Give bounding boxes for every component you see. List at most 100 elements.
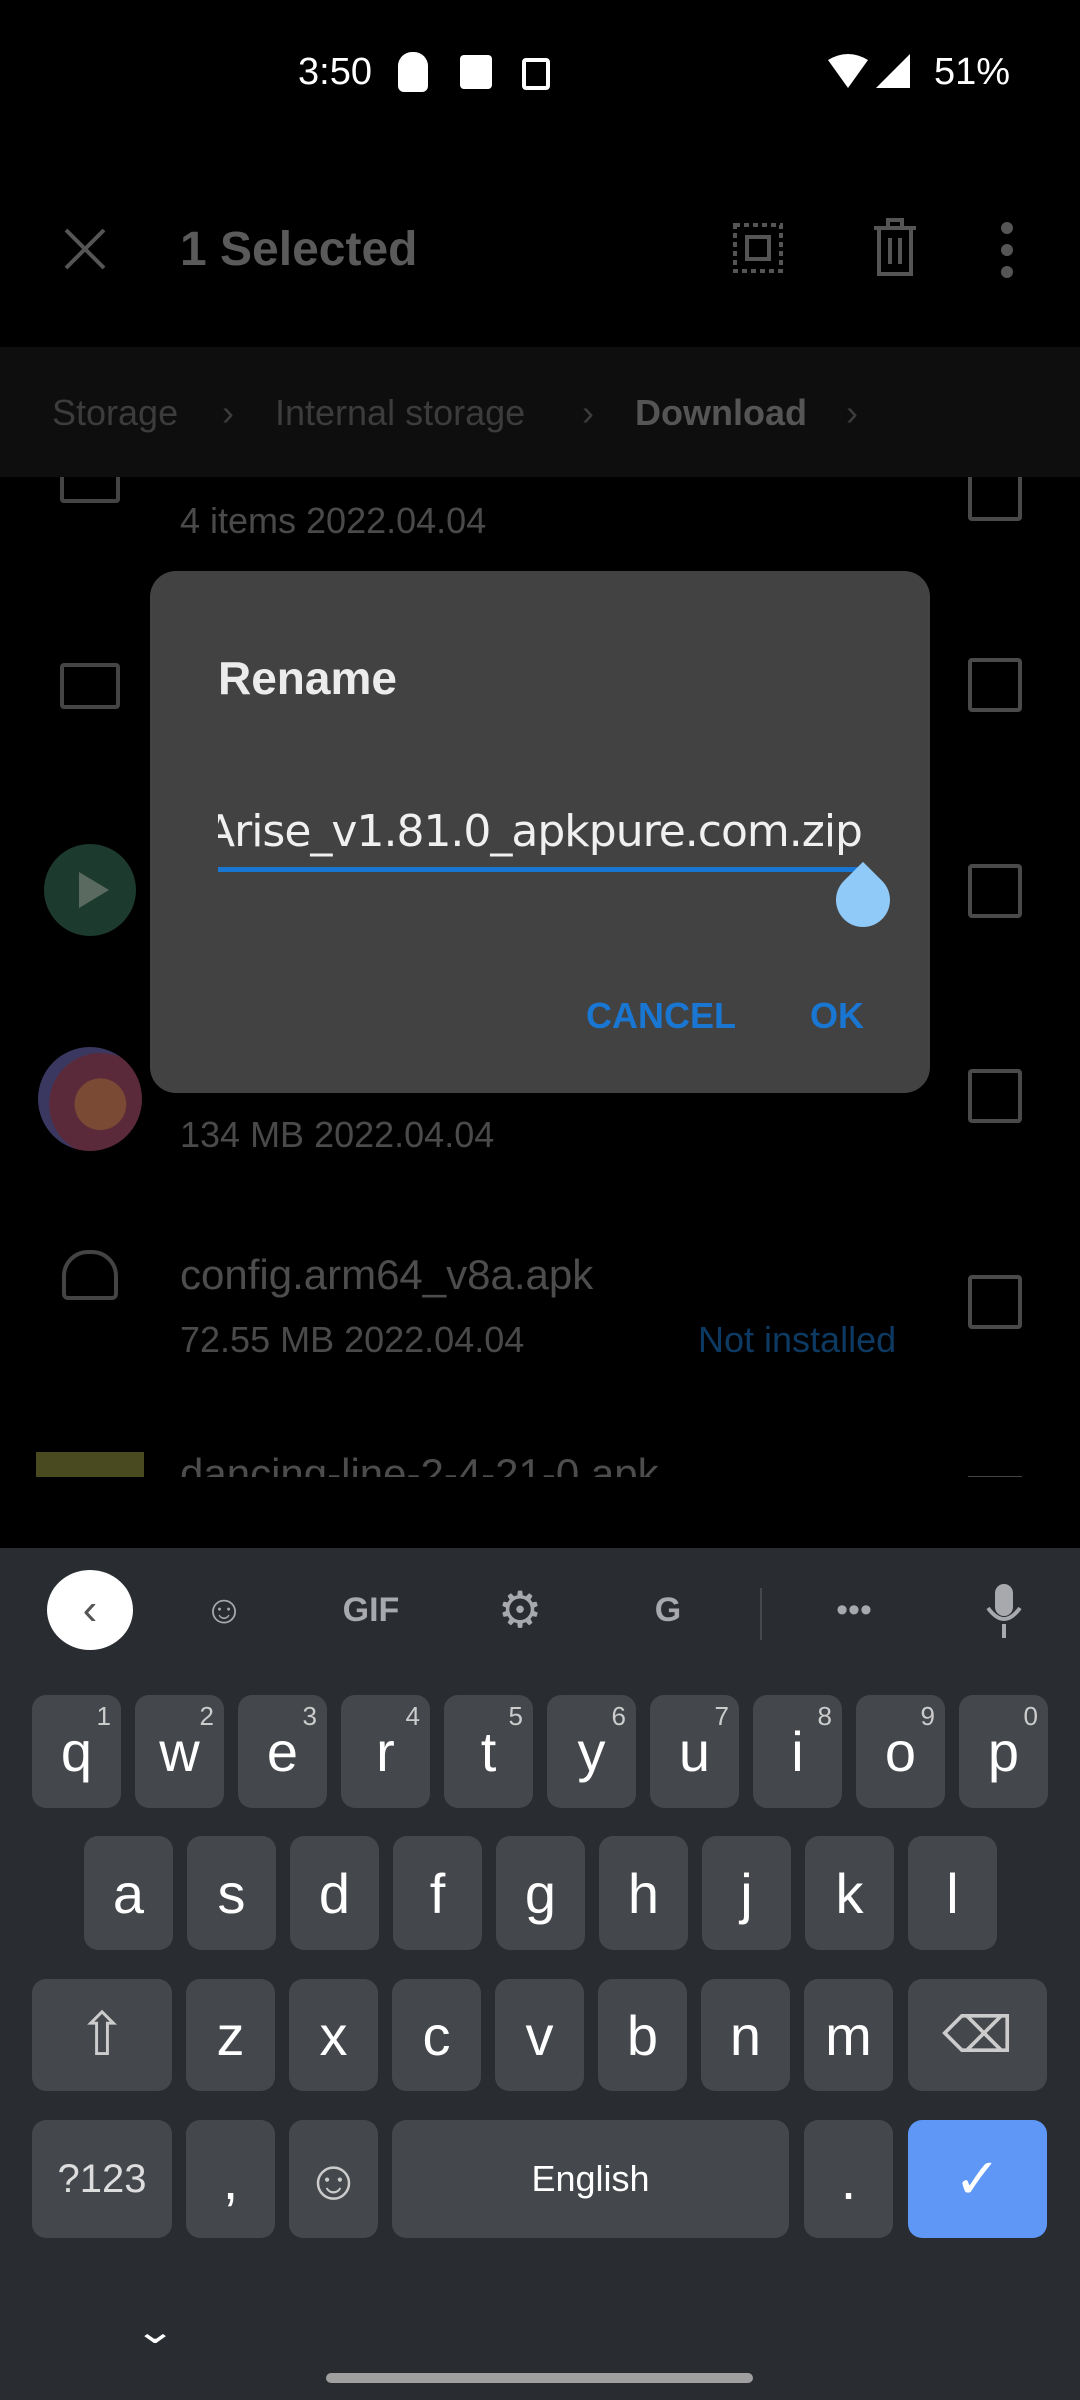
- app-thumbnail: [36, 1452, 144, 1477]
- key-label: r: [376, 1720, 395, 1783]
- breadcrumb-internal-storage[interactable]: Internal storage: [275, 392, 525, 434]
- key-hint: 9: [920, 1701, 935, 1731]
- key-hint: 2: [199, 1701, 214, 1731]
- checkbox[interactable]: [968, 477, 1022, 521]
- backspace-key[interactable]: ⌫: [908, 1979, 1047, 2091]
- key-z[interactable]: z: [186, 1979, 275, 2091]
- space-key[interactable]: English: [392, 2120, 789, 2238]
- key-k[interactable]: k: [805, 1836, 894, 1950]
- key-label: ,: [222, 2147, 239, 2211]
- key-p[interactable]: p0: [959, 1695, 1048, 1808]
- key-r[interactable]: r4: [341, 1695, 430, 1808]
- key-u[interactable]: u7: [650, 1695, 739, 1808]
- key-n[interactable]: n: [701, 1979, 790, 2091]
- key-o[interactable]: o9: [856, 1695, 945, 1808]
- file-meta: 134 MB 2022.04.04: [180, 1114, 495, 1155]
- mic-icon[interactable]: [984, 1582, 1024, 1642]
- key-label: u: [678, 1720, 711, 1783]
- signal-icon: [876, 54, 910, 88]
- key-i[interactable]: i8: [753, 1695, 842, 1808]
- key-q[interactable]: q1: [32, 1695, 121, 1808]
- more-vert-icon[interactable]: [998, 220, 1016, 280]
- key-label: x: [319, 2003, 348, 2067]
- back-icon[interactable]: ‹: [47, 1570, 133, 1650]
- key-label: v: [525, 2003, 554, 2067]
- key-hint: 1: [96, 1701, 111, 1731]
- check-icon: ✓: [954, 2147, 1001, 2210]
- key-label: c: [422, 2003, 451, 2067]
- key-hint: 7: [714, 1701, 729, 1731]
- breadcrumb-download[interactable]: Download: [635, 392, 807, 434]
- key-label: e: [266, 1720, 299, 1783]
- checkbox[interactable]: [968, 1069, 1022, 1123]
- select-all-icon[interactable]: [732, 222, 784, 274]
- home-indicator[interactable]: [326, 2373, 753, 2383]
- shift-key[interactable]: ⇧: [32, 1979, 172, 2091]
- key-e[interactable]: e3: [238, 1695, 327, 1808]
- key-b[interactable]: b: [598, 1979, 687, 2091]
- ok-button[interactable]: OK: [810, 995, 864, 1037]
- key-l[interactable]: l: [908, 1836, 997, 1950]
- period-key[interactable]: .: [804, 2120, 893, 2238]
- hide-keyboard-icon[interactable]: ⌄: [134, 2310, 176, 2352]
- key-label: y: [577, 1720, 606, 1783]
- media-player-icon: [398, 52, 428, 92]
- key-a[interactable]: a: [84, 1836, 173, 1950]
- key-label: k: [835, 1861, 864, 1925]
- key-t[interactable]: t5: [444, 1695, 533, 1808]
- key-c[interactable]: c: [392, 1979, 481, 2091]
- rename-input[interactable]: Arise_v1.81.0_apkpure.com.zip: [218, 806, 862, 866]
- rename-dialog: Rename Arise_v1.81.0_apkpure.com.zip CAN…: [150, 571, 930, 1093]
- key-label: h: [627, 1861, 660, 1925]
- key-label: i: [791, 1720, 804, 1783]
- key-label: a: [112, 1861, 145, 1925]
- key-f[interactable]: f: [393, 1836, 482, 1950]
- delete-icon[interactable]: [870, 216, 920, 278]
- key-m[interactable]: m: [804, 1979, 893, 2091]
- key-d[interactable]: d: [290, 1836, 379, 1950]
- checkbox[interactable]: [968, 1476, 1022, 1477]
- status-time: 3:50: [298, 50, 372, 93]
- key-label: w: [159, 1720, 200, 1783]
- folder-icon: [60, 477, 120, 503]
- close-icon[interactable]: [62, 226, 108, 272]
- rename-input-value: Arise_v1.81.0_apkpure.com.zip: [218, 806, 862, 857]
- breadcrumb-storage[interactable]: Storage: [52, 392, 178, 434]
- key-j[interactable]: j: [702, 1836, 791, 1950]
- gif-button[interactable]: GIF: [336, 1580, 406, 1640]
- key-y[interactable]: y6: [547, 1695, 636, 1808]
- key-hint: 8: [817, 1701, 832, 1731]
- enter-key[interactable]: ✓: [908, 2120, 1047, 2238]
- breadcrumb: Storage › Internal storage › Download ›: [0, 347, 1080, 477]
- input-underline: [218, 867, 864, 872]
- key-s[interactable]: s: [187, 1836, 276, 1950]
- translate-icon[interactable]: G: [640, 1580, 696, 1640]
- sticker-icon[interactable]: ☺: [196, 1580, 252, 1640]
- key-label: d: [318, 1861, 351, 1925]
- more-icon[interactable]: •••: [826, 1580, 882, 1640]
- key-w[interactable]: w2: [135, 1695, 224, 1808]
- checkbox[interactable]: [968, 658, 1022, 712]
- cancel-button[interactable]: CANCEL: [586, 995, 736, 1037]
- key-v[interactable]: v: [495, 1979, 584, 2091]
- key-h[interactable]: h: [599, 1836, 688, 1950]
- key-label: z: [216, 2003, 245, 2067]
- key-label: m: [825, 2003, 872, 2067]
- wifi-icon: [828, 54, 868, 88]
- key-x[interactable]: x: [289, 1979, 378, 2091]
- comma-key[interactable]: ,: [186, 2120, 275, 2238]
- settings-icon[interactable]: ⚙: [492, 1580, 548, 1640]
- key-label: g: [524, 1861, 557, 1925]
- key-label: s: [217, 1861, 246, 1925]
- battery-percent: 51%: [934, 50, 1011, 93]
- checkbox[interactable]: [968, 864, 1022, 918]
- key-label: t: [480, 1720, 497, 1783]
- symbols-key[interactable]: ?123: [32, 2120, 172, 2238]
- text-cursor-handle[interactable]: [824, 861, 902, 939]
- key-g[interactable]: g: [496, 1836, 585, 1950]
- key-hint: 5: [508, 1701, 523, 1731]
- key-hint: 6: [611, 1701, 626, 1731]
- key-label: b: [626, 2003, 659, 2067]
- emoji-key[interactable]: ☺: [289, 2120, 378, 2238]
- checkbox[interactable]: [968, 1275, 1022, 1329]
